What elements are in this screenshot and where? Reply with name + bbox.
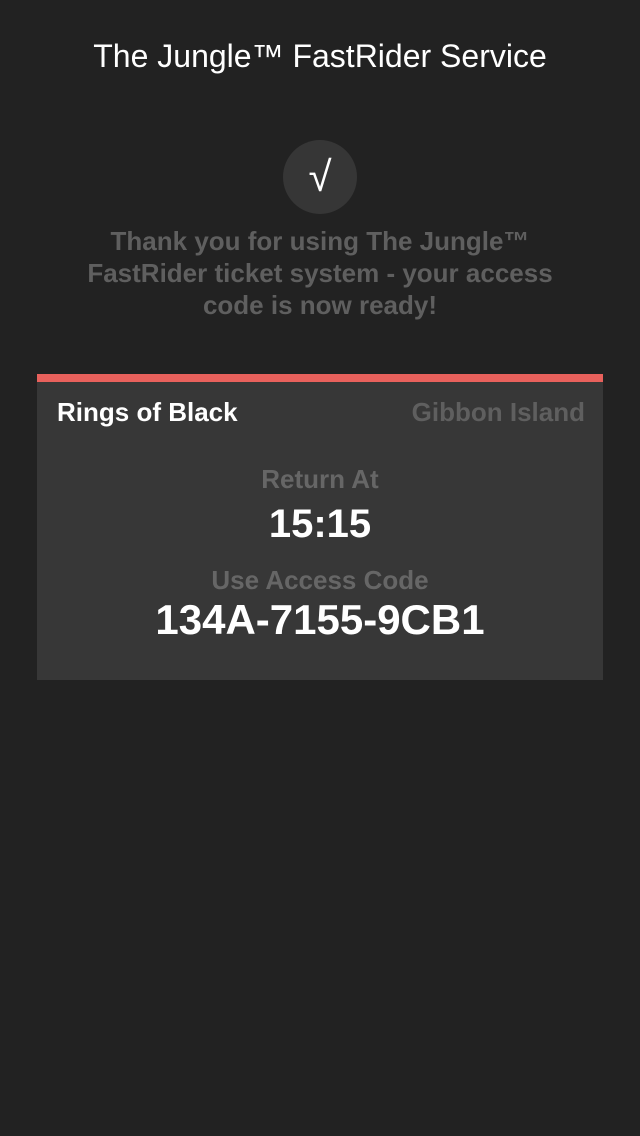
- ticket-accent-bar: [37, 374, 603, 382]
- access-code-value: 134A-7155-9CB1: [155, 596, 485, 643]
- page-title: The Jungle™ FastRider Service: [93, 38, 547, 74]
- ride-name: Rings of Black: [57, 397, 238, 427]
- return-time-label: Return At: [261, 464, 379, 494]
- ticket-card: Rings of Black Gibbon Island Return At 1…: [37, 374, 603, 680]
- ride-zone: Gibbon Island: [411, 397, 585, 427]
- app-screen: The Jungle™ FastRider Service √ Thank yo…: [0, 0, 640, 1136]
- return-time-value: 15:15: [268, 502, 372, 546]
- confirmation-message: Thank you for using The Jungle™ FastRide…: [87, 226, 553, 320]
- checkmark-icon: √: [283, 140, 357, 214]
- access-code-label: Use Access Code: [211, 565, 429, 595]
